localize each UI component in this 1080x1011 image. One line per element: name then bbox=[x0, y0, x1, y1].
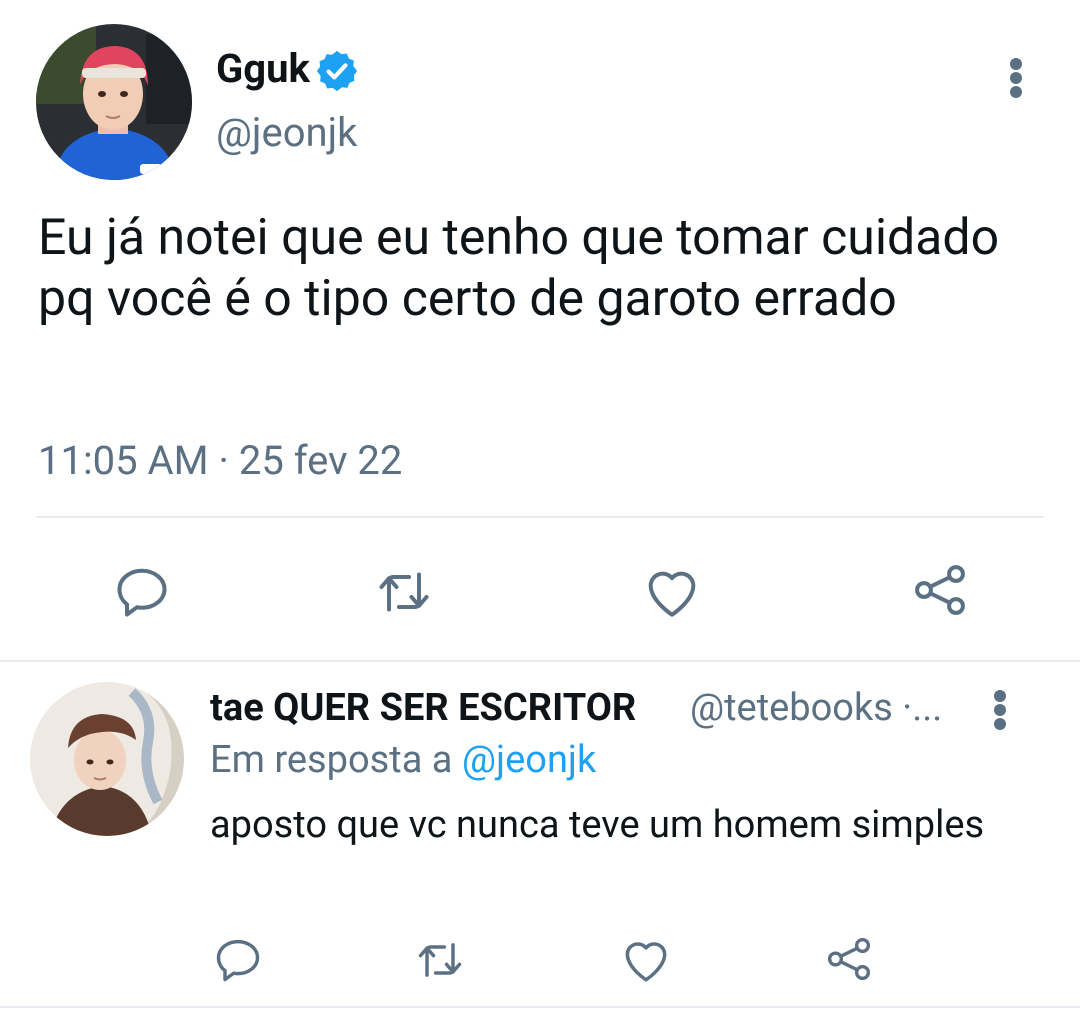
divider bbox=[36, 516, 1044, 518]
main-author-handle[interactable]: @jeonjk bbox=[216, 108, 357, 158]
more-vertical-icon[interactable] bbox=[1002, 54, 1032, 98]
share-icon[interactable] bbox=[822, 932, 876, 986]
retweet-icon[interactable] bbox=[374, 562, 434, 622]
reply-context-prefix: Em resposta a bbox=[210, 738, 453, 782]
reply-author-name[interactable]: tae QUER SER ESCRITOR bbox=[210, 684, 636, 732]
main-author-name[interactable]: Gguk bbox=[216, 44, 310, 94]
reply-icon[interactable] bbox=[212, 934, 264, 986]
tweet-timestamp[interactable]: 11:05 AM · 25 fev 22 bbox=[38, 436, 402, 486]
reply-mention-link[interactable]: @jeonjk bbox=[462, 738, 596, 782]
divider bbox=[0, 1006, 1080, 1008]
reply-icon[interactable] bbox=[112, 562, 172, 622]
retweet-icon[interactable] bbox=[414, 934, 466, 986]
reply-author-handle[interactable]: @tetebooks ·... bbox=[690, 684, 942, 732]
like-icon[interactable] bbox=[640, 560, 704, 624]
verified-badge-icon bbox=[314, 48, 360, 98]
reply-avatar[interactable] bbox=[30, 682, 184, 836]
share-icon[interactable] bbox=[908, 558, 972, 622]
main-tweet-text: Eu já notei que eu tenho que tomar cuida… bbox=[38, 209, 1000, 328]
divider bbox=[0, 660, 1080, 662]
like-icon[interactable] bbox=[618, 932, 674, 988]
reply-tweet-text: aposto que vc nunca teve um homem simple… bbox=[210, 803, 985, 847]
more-vertical-icon[interactable] bbox=[986, 686, 1016, 730]
reply-context: Em resposta a @jeonjk bbox=[210, 736, 596, 784]
main-avatar[interactable] bbox=[36, 24, 192, 180]
